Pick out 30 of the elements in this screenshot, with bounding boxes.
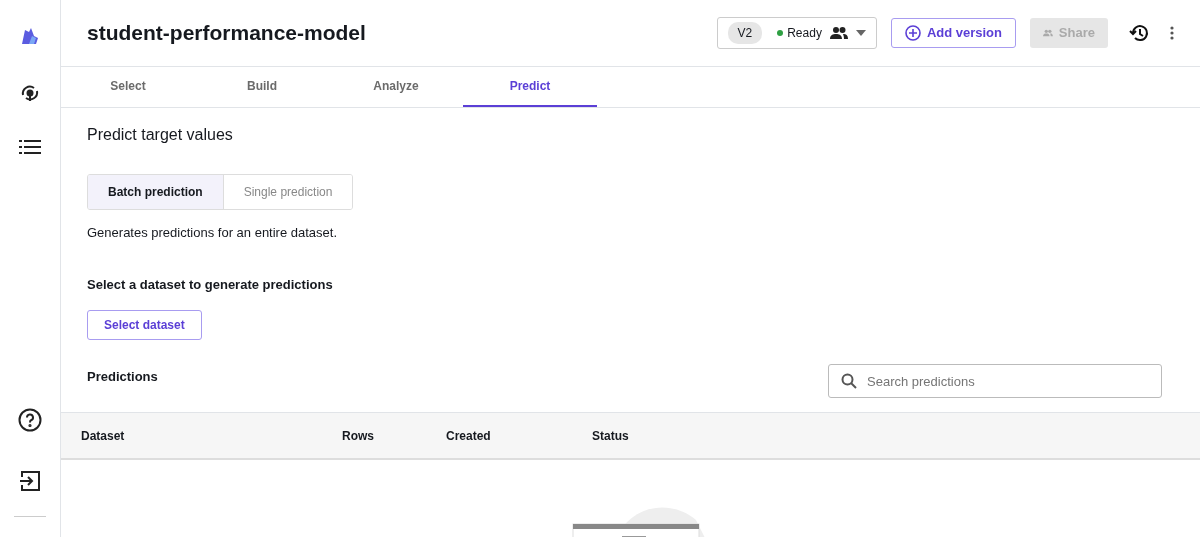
caret-icon xyxy=(855,30,866,36)
mode-toggle[interactable]: Batch prediction xyxy=(88,175,224,210)
column-header: Dataset xyxy=(81,428,125,443)
version-selector[interactable]: V2 Ready xyxy=(716,17,877,49)
add-version-button[interactable]: Add version xyxy=(890,18,1016,48)
users-icon xyxy=(1043,27,1053,39)
mode-description: Generates predictions for an entire dataset. xyxy=(87,224,339,243)
tab[interactable]: Select xyxy=(61,67,195,107)
logo-icon[interactable] xyxy=(20,26,40,46)
tab[interactable]: Analyze xyxy=(329,67,463,107)
predictions-title: Predictions xyxy=(87,368,158,387)
plus-icon xyxy=(904,25,921,41)
column-header: Created xyxy=(446,428,491,443)
more-icon[interactable] xyxy=(1170,26,1174,40)
help-icon[interactable] xyxy=(18,408,42,432)
model-title: student-performance-model xyxy=(87,20,366,46)
users-icon xyxy=(829,27,848,39)
column-header: Rows xyxy=(342,428,374,443)
tab[interactable]: Predict xyxy=(463,67,597,107)
list-icon[interactable] xyxy=(19,140,41,154)
history-icon[interactable] xyxy=(1129,24,1149,42)
tab[interactable]: Build xyxy=(195,67,329,107)
search-field[interactable]: Search predictions xyxy=(828,364,1162,399)
version-badge: V2 xyxy=(727,22,763,44)
section-heading: Predict target values xyxy=(87,125,234,145)
sign-out-icon[interactable] xyxy=(19,470,41,492)
status-text: Ready xyxy=(787,25,822,42)
column-header: Status xyxy=(592,428,629,443)
dataset-heading: Select a dataset to generate predictions xyxy=(87,275,334,294)
select-dataset-button[interactable]: Select dataset xyxy=(87,310,202,341)
